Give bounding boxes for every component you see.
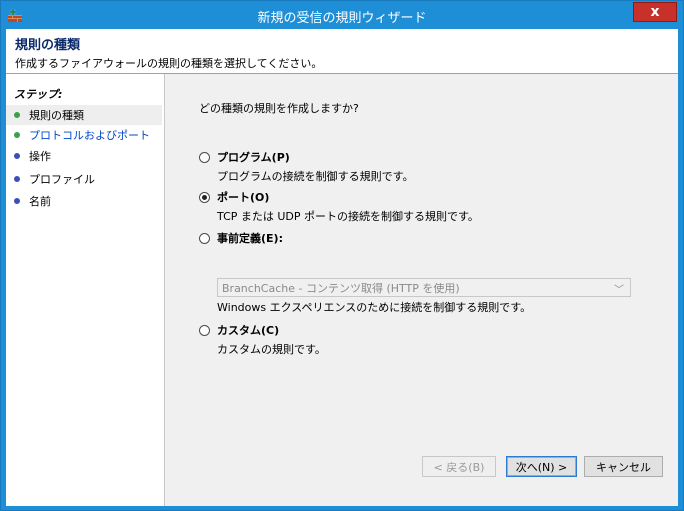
radio-program[interactable] <box>199 152 210 163</box>
option-port[interactable]: ポート(O) TCP または UDP ポートの接続を制御する規則です。 <box>199 189 479 224</box>
chevron-down-icon: ﹀ <box>614 284 624 296</box>
step-rule-type[interactable]: 規則の種類 <box>6 105 162 125</box>
back-button[interactable]: < 戻る(B) <box>422 456 496 477</box>
back-button-label: < 戻る(B) <box>433 460 485 474</box>
cancel-button-label: キャンセル <box>596 460 651 474</box>
step-profile[interactable]: プロファイル <box>6 169 162 189</box>
option-label: ポート(O) <box>217 191 270 204</box>
wizard-client: 規則の種類 作成するファイアウォールの規則の種類を選択してください。 ステップ:… <box>6 29 678 506</box>
next-button-label: 次へ(N) > <box>515 460 568 474</box>
radio-port[interactable] <box>199 192 210 203</box>
option-predefined[interactable]: 事前定義(E): <box>199 230 283 246</box>
step-complete-icon <box>14 112 20 118</box>
page-description: 作成するファイアウォールの規則の種類を選択してください。 <box>15 57 323 70</box>
option-description: TCP または UDP ポートの接続を制御する規則です。 <box>217 210 479 223</box>
option-program[interactable]: プログラム(P) プログラムの接続を制御する規則です。 <box>199 149 414 184</box>
radio-custom[interactable] <box>199 325 210 336</box>
main-panel: どの種類の規則を作成しますか? プログラム(P) プログラムの接続を制御する規則… <box>165 74 678 506</box>
close-icon: x <box>650 4 660 20</box>
step-action[interactable]: 操作 <box>6 146 162 166</box>
window-title: 新規の受信の規則ウィザード <box>257 11 427 26</box>
page-title: 規則の種類 <box>15 38 81 53</box>
step-complete-icon <box>14 132 20 138</box>
step-name[interactable]: 名前 <box>6 191 162 211</box>
option-custom[interactable]: カスタム(C) カスタムの規則です。 <box>199 322 326 357</box>
option-label: プログラム(P) <box>217 151 290 164</box>
close-button[interactable]: x <box>633 2 677 22</box>
step-pending-icon <box>14 176 20 182</box>
step-pending-icon <box>14 198 20 204</box>
step-pending-icon <box>14 153 20 159</box>
radio-predefined[interactable] <box>199 233 210 244</box>
wizard-header: 規則の種類 作成するファイアウォールの規則の種類を選択してください。 <box>6 29 678 74</box>
option-label: カスタム(C) <box>217 324 280 337</box>
wizard-window: 新規の受信の規則ウィザード x 規則の種類 作成するファイアウォールの規則の種類… <box>0 0 684 511</box>
predefined-description: Windows エクスペリエンスのために接続を制御する規則です。 <box>217 301 532 314</box>
cancel-button[interactable]: キャンセル <box>584 456 663 477</box>
step-label: 名前 <box>29 195 51 208</box>
step-label: プロトコルおよびポート <box>29 129 150 142</box>
predefined-select[interactable]: BranchCache - コンテンツ取得 (HTTP を使用) ﹀ <box>217 278 631 297</box>
step-protocol-ports[interactable]: プロトコルおよびポート <box>6 125 162 145</box>
option-description: カスタムの規則です。 <box>217 343 326 356</box>
step-label: プロファイル <box>29 173 95 186</box>
option-label: 事前定義(E): <box>217 232 283 245</box>
steps-panel: ステップ: 規則の種類 プロトコルおよびポート 操作 プロファイル 名前 <box>6 74 165 506</box>
next-button[interactable]: 次へ(N) > <box>506 456 577 477</box>
step-label: 規則の種類 <box>29 109 84 122</box>
question-text: どの種類の規則を作成しますか? <box>199 102 359 115</box>
select-value: BranchCache - コンテンツ取得 (HTTP を使用) <box>222 281 460 295</box>
steps-title: ステップ: <box>14 88 63 101</box>
step-label: 操作 <box>29 150 51 163</box>
option-description: プログラムの接続を制御する規則です。 <box>217 170 414 183</box>
title-bar[interactable]: 新規の受信の規則ウィザード x <box>1 1 683 29</box>
